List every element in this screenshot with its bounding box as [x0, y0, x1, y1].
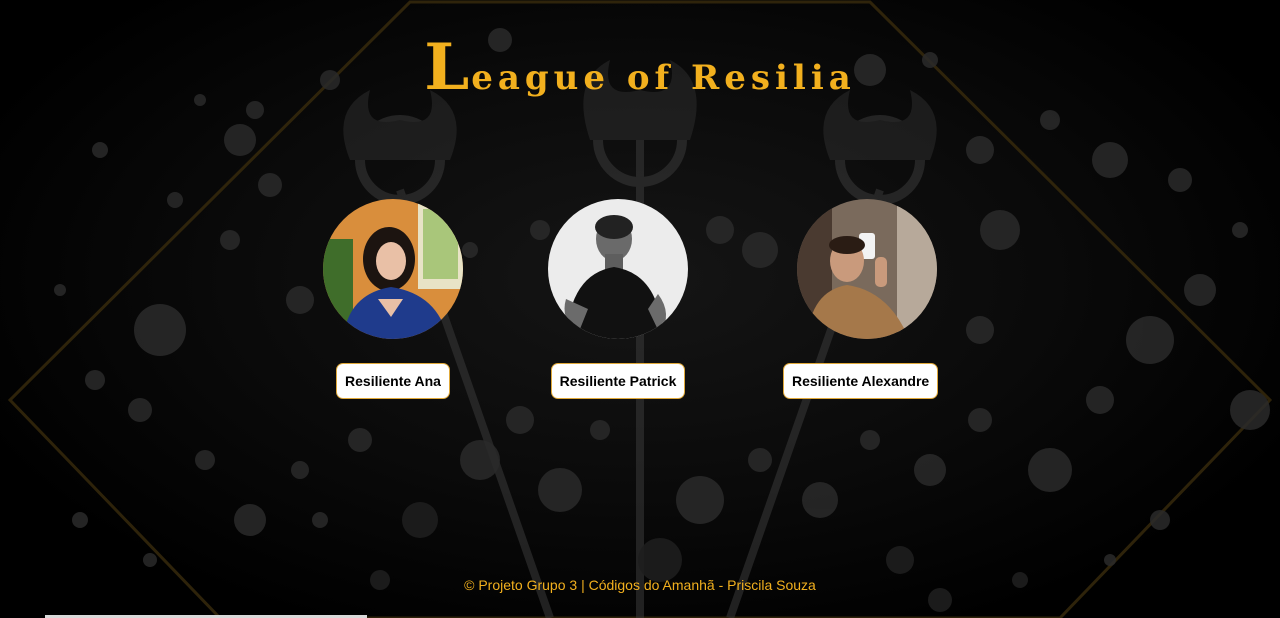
avatar-patrick-image [548, 199, 688, 339]
footer-credits: © Projeto Grupo 3 | Códigos do Amanhã - … [464, 577, 816, 593]
profile-button-ana[interactable]: Resiliente Ana [336, 363, 450, 399]
avatar-alexandre-image [796, 199, 937, 339]
avatar-ana-image [323, 199, 463, 339]
avatar-ana[interactable] [323, 199, 463, 339]
page: League of Resilia Resiliente Ana Resilie… [0, 0, 1280, 618]
profile-card-ana: Resiliente Ana [323, 199, 463, 399]
page-title: League of Resilia [0, 30, 1280, 105]
profile-card-patrick: Resiliente Patrick [548, 199, 688, 399]
profile-button-alexandre[interactable]: Resiliente Alexandre [783, 363, 939, 399]
profile-button-patrick[interactable]: Resiliente Patrick [550, 363, 686, 399]
avatar-alexandre[interactable] [796, 199, 937, 339]
profile-card-alexandre: Resiliente Alexandre [783, 199, 939, 399]
title-rest: eague of Resilia [471, 58, 856, 98]
avatar-patrick[interactable] [548, 199, 688, 339]
title-initial: L [424, 30, 472, 105]
